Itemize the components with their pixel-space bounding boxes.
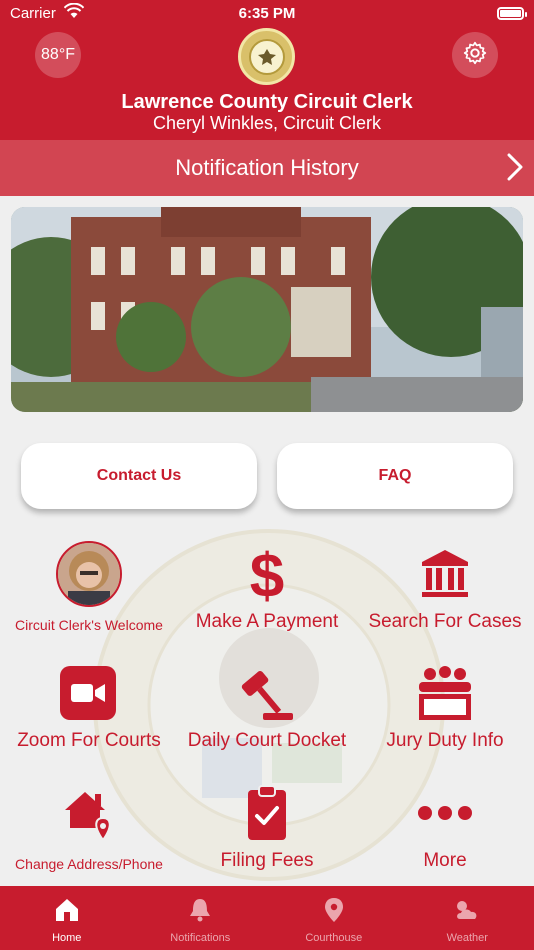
tile-make-a-payment[interactable]: $ Make A Payment <box>178 541 356 651</box>
tile-circuit-clerks-welcome[interactable]: Circuit Clerk's Welcome <box>0 541 178 651</box>
tile-label: Search For Cases <box>368 611 522 632</box>
contact-us-button[interactable]: Contact Us <box>21 443 257 509</box>
tile-label: Filing Fees <box>220 850 314 871</box>
tab-label: Home <box>52 932 82 944</box>
settings-button[interactable] <box>452 32 498 78</box>
tile-more[interactable]: More <box>356 780 534 890</box>
temperature-badge[interactable]: 88°F <box>35 32 81 78</box>
tile-label: Zoom For Courts <box>17 730 161 751</box>
map-pin-icon <box>267 897 401 923</box>
contact-us-label: Contact Us <box>96 467 182 484</box>
tile-change-address-phone[interactable]: Change Address/Phone <box>0 780 178 890</box>
tile-label: Change Address/Phone <box>15 856 163 872</box>
page-subtitle: Cheryl Winkles, Circuit Clerk <box>152 113 382 133</box>
temperature-value: 88°F <box>41 46 75 63</box>
tab-weather[interactable]: Weather <box>401 886 534 950</box>
home-location-icon <box>0 780 178 846</box>
tile-jury-duty-info[interactable]: Jury Duty Info <box>356 660 534 770</box>
weather-icon <box>401 897 534 923</box>
notification-history-label: Notification History <box>175 155 359 180</box>
tab-label: Courthouse <box>305 932 363 944</box>
clipboard-check-icon <box>178 780 356 846</box>
county-seal-icon <box>238 28 295 85</box>
page-title: Lawrence County Circuit Clerk <box>121 91 413 113</box>
faq-label: FAQ <box>378 467 412 484</box>
tile-label: Jury Duty Info <box>386 730 504 751</box>
tile-label: More <box>423 850 467 871</box>
app-header: Carrier 6:35 PM 88°F Lawrence County Cir… <box>0 0 534 140</box>
gavel-icon <box>178 660 356 726</box>
tile-filing-fees[interactable]: Filing Fees <box>178 780 356 890</box>
tile-label: Make A Payment <box>195 611 339 632</box>
gear-icon <box>462 40 488 71</box>
bell-icon <box>134 897 268 923</box>
tab-label: Weather <box>446 932 488 944</box>
status-bar: Carrier 6:35 PM <box>0 0 534 28</box>
avatar <box>56 541 122 607</box>
tile-label: Daily Court Docket <box>187 730 347 751</box>
tab-notifications[interactable]: Notifications <box>134 886 268 950</box>
courthouse-icon <box>356 541 534 607</box>
video-camera-icon <box>0 660 178 726</box>
tile-search-for-cases[interactable]: Search For Cases <box>356 541 534 651</box>
status-time: 6:35 PM <box>238 5 296 22</box>
tab-home[interactable]: Home <box>0 886 134 950</box>
tab-courthouse[interactable]: Courthouse <box>267 886 401 950</box>
chevron-right-icon <box>506 152 524 188</box>
tab-bar: Home Notifications Courthouse Weather <box>0 886 534 950</box>
tab-label: Notifications <box>170 932 231 944</box>
jury-icon <box>356 660 534 726</box>
svg-text:$: $ <box>250 542 284 607</box>
faq-button[interactable]: FAQ <box>277 443 513 509</box>
tile-daily-court-docket[interactable]: Daily Court Docket <box>178 660 356 770</box>
tile-zoom-for-courts[interactable]: Zoom For Courts <box>0 660 178 770</box>
battery-icon <box>497 7 527 20</box>
notification-history-bar[interactable]: Notification History <box>0 140 534 196</box>
tile-label: Circuit Clerk's Welcome <box>15 617 163 633</box>
more-icon <box>356 780 534 846</box>
courthouse-photo <box>11 207 523 412</box>
home-icon <box>0 897 134 923</box>
dollar-icon: $ <box>178 541 356 607</box>
